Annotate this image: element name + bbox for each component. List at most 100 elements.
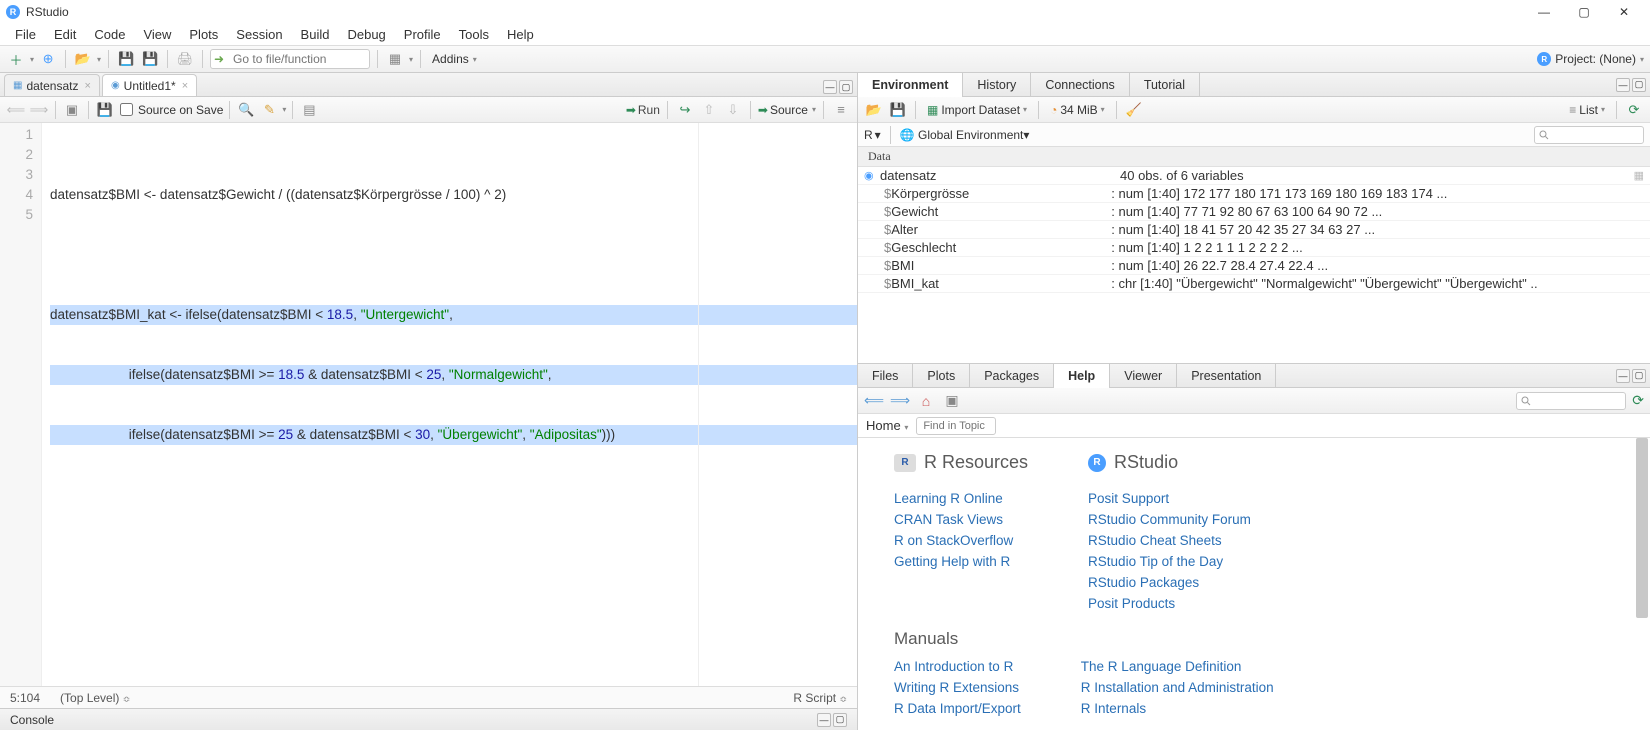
source-on-save-checkbox[interactable]: [120, 103, 133, 116]
new-file-button[interactable]: ＋: [6, 49, 26, 69]
outline-button[interactable]: ≡: [831, 100, 851, 120]
tab-plots[interactable]: Plots: [913, 364, 970, 388]
env-var-row[interactable]: $ Gewicht: num [1:40] 77 71 92 80 67 63 …: [858, 203, 1650, 221]
env-maximize-button[interactable]: ▢: [1632, 78, 1646, 92]
close-tab-icon[interactable]: ×: [85, 80, 91, 92]
source-button[interactable]: ➡Source▾: [758, 103, 816, 117]
r-version-dropdown[interactable]: R▾: [864, 128, 881, 142]
tab-history[interactable]: History: [963, 73, 1031, 97]
help-link[interactable]: RStudio Tip of the Day: [1088, 554, 1251, 569]
help-back-button[interactable]: ⟸: [864, 392, 884, 410]
run-button[interactable]: ➡Run: [626, 103, 660, 117]
help-link[interactable]: Writing R Extensions: [894, 680, 1021, 695]
help-link[interactable]: Learning R Online: [894, 491, 1028, 506]
menu-debug[interactable]: Debug: [338, 27, 394, 42]
tab-datensatz[interactable]: ▦ datensatz ×: [4, 74, 100, 96]
grid-button[interactable]: ▦: [385, 49, 405, 69]
memory-usage[interactable]: ◔ 34 MiB▾: [1046, 103, 1109, 117]
menu-tools[interactable]: Tools: [450, 27, 498, 42]
env-scope-dropdown[interactable]: 🌐 Global Environment▾: [900, 128, 1030, 142]
help-maximize-button[interactable]: ▢: [1632, 369, 1646, 383]
menu-build[interactable]: Build: [292, 27, 339, 42]
menu-help[interactable]: Help: [498, 27, 543, 42]
list-view-dropdown[interactable]: ≡ List▾: [1565, 103, 1609, 117]
env-search-input[interactable]: [1534, 126, 1644, 144]
load-workspace-button[interactable]: 📂: [864, 100, 884, 120]
help-link[interactable]: Getting Help with R: [894, 554, 1028, 569]
help-home-button[interactable]: ⌂: [916, 392, 936, 410]
scope-selector[interactable]: (Top Level) ≎: [60, 691, 130, 705]
clear-workspace-button[interactable]: 🧹: [1124, 100, 1144, 120]
help-link[interactable]: R Internals: [1081, 701, 1274, 716]
help-forward-button[interactable]: ⟹: [890, 392, 910, 410]
help-search-input[interactable]: [1516, 392, 1626, 410]
window-maximize-button[interactable]: ▢: [1564, 1, 1604, 23]
help-link[interactable]: RStudio Cheat Sheets: [1088, 533, 1251, 548]
nav-back-button[interactable]: ⟸: [6, 100, 26, 120]
go-up-button[interactable]: ⇧: [699, 100, 719, 120]
language-selector[interactable]: R Script ≎: [793, 691, 847, 705]
menu-edit[interactable]: Edit: [45, 27, 85, 42]
help-home-dropdown[interactable]: Home ▾: [866, 418, 908, 433]
tab-help[interactable]: Help: [1054, 364, 1110, 388]
window-close-button[interactable]: ✕: [1604, 1, 1644, 23]
tab-connections[interactable]: Connections: [1031, 73, 1130, 97]
rerun successive-button[interactable]: ↪: [675, 100, 695, 120]
help-refresh-button[interactable]: ⟳: [1632, 392, 1644, 409]
env-var-row[interactable]: $ Alter: num [1:40] 18 41 57 20 42 35 27…: [858, 221, 1650, 239]
help-link[interactable]: R Installation and Administration: [1081, 680, 1274, 695]
help-link[interactable]: An Introduction to R: [894, 659, 1021, 674]
tab-untitled1[interactable]: ◉ Untitled1* ×: [102, 74, 197, 96]
collapse-icon[interactable]: ◉: [864, 169, 880, 182]
menu-plots[interactable]: Plots: [180, 27, 227, 42]
help-link[interactable]: RStudio Community Forum: [1088, 512, 1251, 527]
tab-packages[interactable]: Packages: [970, 364, 1054, 388]
help-link[interactable]: R Data Import/Export: [894, 701, 1021, 716]
find-button[interactable]: 🔍: [236, 100, 256, 120]
env-var-row[interactable]: $ Geschlecht: num [1:40] 1 2 2 1 1 1 2 2…: [858, 239, 1650, 257]
env-var-row[interactable]: $ Körpergrösse: num [1:40] 172 177 180 1…: [858, 185, 1650, 203]
tab-presentation[interactable]: Presentation: [1177, 364, 1276, 388]
nav-fwd-button[interactable]: ⟹: [29, 100, 49, 120]
menu-view[interactable]: View: [134, 27, 180, 42]
find-in-topic-input[interactable]: [916, 417, 996, 435]
close-tab-icon[interactable]: ×: [182, 80, 188, 92]
help-link[interactable]: R on StackOverflow: [894, 533, 1028, 548]
menu-profile[interactable]: Profile: [395, 27, 450, 42]
help-popup-button[interactable]: ▣: [942, 392, 962, 410]
console-minimize-button[interactable]: —: [817, 713, 831, 727]
new-project-button[interactable]: ⊕: [38, 49, 58, 69]
save-button[interactable]: 💾: [116, 49, 136, 69]
help-link[interactable]: Posit Products: [1088, 596, 1251, 611]
env-var-row[interactable]: $ BMI_kat: chr [1:40] "Übergewicht" "Nor…: [858, 275, 1650, 293]
addins-dropdown[interactable]: Addins▾: [428, 49, 487, 69]
import-dataset-dropdown[interactable]: ▦ Import Dataset▾: [923, 103, 1031, 117]
show-in-new-window-button[interactable]: ▣: [62, 100, 82, 120]
help-link[interactable]: Posit Support: [1088, 491, 1251, 506]
wand-button[interactable]: ✎: [259, 100, 279, 120]
menu-file[interactable]: File: [6, 27, 45, 42]
print-button[interactable]: 🖨: [175, 49, 195, 69]
goto-file-input[interactable]: [210, 49, 370, 69]
help-link[interactable]: The R Language Definition: [1081, 659, 1274, 674]
env-object-row[interactable]: ◉ datensatz 40 obs. of 6 variables ▦: [858, 167, 1650, 185]
compile-report-button[interactable]: ▤: [299, 100, 319, 120]
tab-tutorial[interactable]: Tutorial: [1130, 73, 1200, 97]
window-minimize-button[interactable]: —: [1524, 1, 1564, 23]
help-minimize-button[interactable]: —: [1616, 369, 1630, 383]
code-editor[interactable]: 1 2 3 4 5 datensatz$BMI <- datensatz$Gew…: [0, 123, 857, 686]
console-pane-header[interactable]: Console — ▢: [0, 708, 857, 730]
view-table-icon[interactable]: ▦: [1634, 169, 1644, 182]
menu-session[interactable]: Session: [227, 27, 291, 42]
help-link[interactable]: CRAN Task Views: [894, 512, 1028, 527]
refresh-env-button[interactable]: ⟳: [1624, 100, 1644, 120]
go-down-button[interactable]: ⇩: [723, 100, 743, 120]
pane-minimize-button[interactable]: —: [823, 80, 837, 94]
tab-files[interactable]: Files: [858, 364, 913, 388]
env-minimize-button[interactable]: —: [1616, 78, 1630, 92]
tab-viewer[interactable]: Viewer: [1110, 364, 1177, 388]
help-scrollbar[interactable]: [1636, 438, 1648, 730]
console-maximize-button[interactable]: ▢: [833, 713, 847, 727]
save-workspace-button[interactable]: 💾: [888, 100, 908, 120]
env-var-row[interactable]: $ BMI: num [1:40] 26 22.7 28.4 27.4 22.4…: [858, 257, 1650, 275]
